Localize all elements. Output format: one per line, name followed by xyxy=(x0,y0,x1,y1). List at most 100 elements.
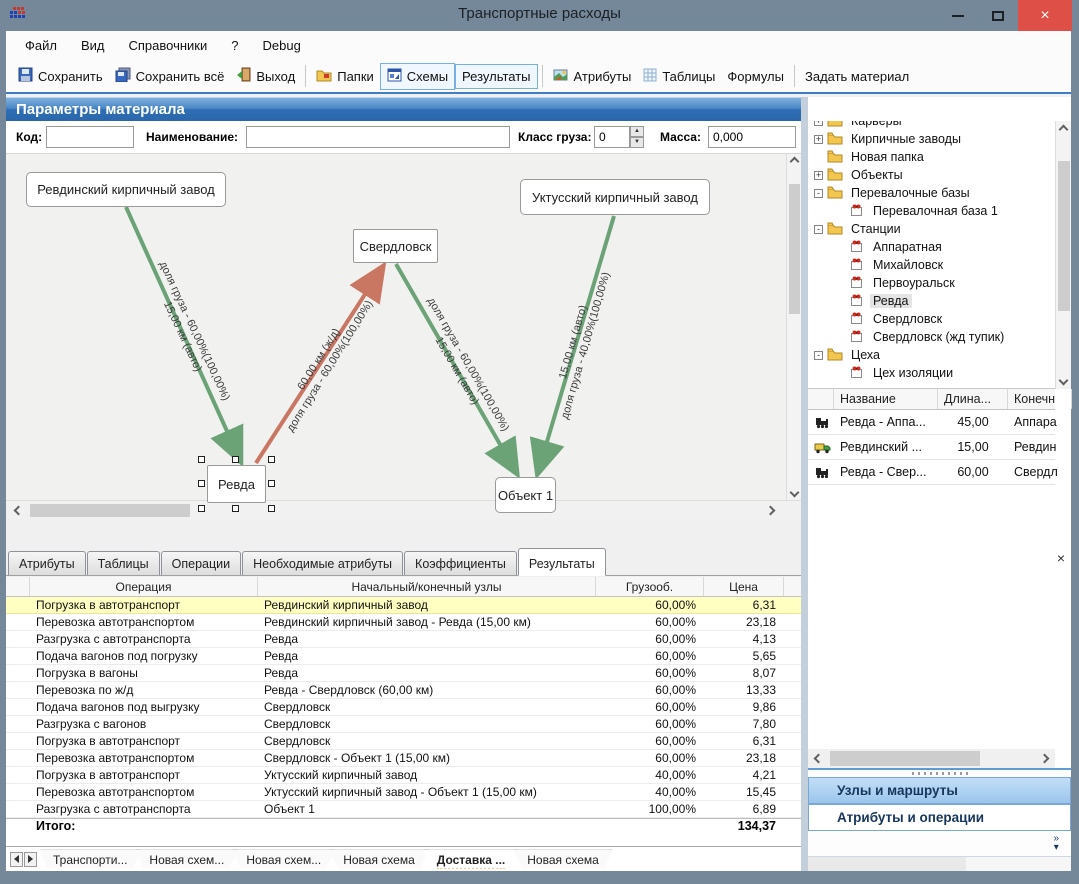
close-button[interactable]: × xyxy=(1018,0,1072,31)
panel-splitter[interactable] xyxy=(801,97,808,871)
tab-Результаты[interactable]: Результаты xyxy=(518,548,606,576)
tree-item-Карьеры[interactable]: +Карьеры xyxy=(808,121,1055,130)
set-material-button[interactable]: Задать материал xyxy=(799,65,915,88)
results-row[interactable]: Перевозка по ж/дРевда - Свердловск (60,0… xyxy=(6,682,801,699)
results-row[interactable]: Подача вагонов под выгрузкуСвердловск60,… xyxy=(6,699,801,716)
tree-item-Перевалочная база 1[interactable]: +Перевалочная база 1 xyxy=(808,202,1055,220)
share-cell: 60,00% xyxy=(596,614,704,630)
sheet-prev-button[interactable] xyxy=(10,852,23,867)
name-input[interactable] xyxy=(246,126,510,148)
menu-item-Вид[interactable]: Вид xyxy=(70,34,116,57)
minimize-button[interactable] xyxy=(938,0,978,31)
routes-header-Название[interactable]: Название xyxy=(834,389,938,409)
tab-Необходимые атрибуты[interactable]: Необходимые атрибуты xyxy=(242,551,403,575)
tree-item-Свердловск[interactable]: +Свердловск xyxy=(808,310,1055,328)
sheet-tab-Новая схема[interactable]: Новая схема xyxy=(513,850,613,869)
results-row[interactable]: Погрузка в вагоныРевда60,00%8,07 xyxy=(6,665,801,682)
sheet-tab-Транспорти...[interactable]: Транспорти... xyxy=(39,850,141,869)
sheet-tab-Доставка ...[interactable]: Доставка ... xyxy=(423,850,519,869)
results-header-Грузооб.[interactable]: Грузооб. xyxy=(596,577,704,596)
sheet-tab-Новая схема[interactable]: Новая схема xyxy=(329,850,429,869)
tree-item-Перевалочные базы[interactable]: -Перевалочные базы xyxy=(808,184,1055,202)
tree-expander-icon[interactable]: + xyxy=(814,171,823,180)
menu-item-Debug[interactable]: Debug xyxy=(252,34,312,57)
diagram-node[interactable]: Ревдинский кирпичный завод xyxy=(26,172,226,207)
tree-item-Цех изоляции[interactable]: +Цех изоляции xyxy=(808,364,1055,382)
attributes-button[interactable]: Атрибуты xyxy=(547,64,638,89)
code-input[interactable] xyxy=(46,126,134,148)
routes-header-Конечн[interactable]: Конечн xyxy=(1008,389,1072,409)
nav-attributes-operations-button[interactable]: Атрибуты и операции xyxy=(808,804,1071,831)
nav-nodes-routes-button[interactable]: Узлы и маршруты xyxy=(808,777,1071,804)
tree-item-Станции[interactable]: -Станции xyxy=(808,220,1055,238)
maximize-button[interactable] xyxy=(978,0,1018,31)
menu-item-Файл[interactable]: Файл xyxy=(14,34,68,57)
overflow-chevron-icon[interactable]: »▾ xyxy=(1053,834,1059,852)
results-header-Операция[interactable]: Операция xyxy=(30,577,258,596)
tab-Коэффициенты[interactable]: Коэффициенты xyxy=(404,551,517,575)
results-header-Цена[interactable]: Цена xyxy=(704,577,784,596)
results-row[interactable]: Перевозка автотранспортомСвердловск - Об… xyxy=(6,750,801,767)
tree-expander-icon[interactable]: + xyxy=(814,135,823,144)
results-row[interactable]: Разгрузка с вагоновСвердловск60,00%7,80 xyxy=(6,716,801,733)
mass-input[interactable] xyxy=(708,126,796,148)
folders-button[interactable]: Папки xyxy=(310,64,380,89)
tree-expander-icon[interactable]: - xyxy=(814,351,823,360)
tree-expander-icon[interactable]: - xyxy=(814,225,823,234)
diagram-node[interactable]: Уктусский кирпичный завод xyxy=(520,179,710,215)
routes-row[interactable]: Ревда - Свер...60,00Свердл xyxy=(808,460,1055,485)
menu-item-Справочники[interactable]: Справочники xyxy=(118,34,219,57)
tree-item-Аппаратная[interactable]: +Аппаратная xyxy=(808,238,1055,256)
tree-item-Объекты[interactable]: +Объекты xyxy=(808,166,1055,184)
save-all-button[interactable]: Сохранить всё xyxy=(109,63,231,89)
tables-button[interactable]: Таблицы xyxy=(637,64,721,89)
exit-button[interactable]: Выход xyxy=(230,63,301,89)
diagram-node[interactable]: Свердловск xyxy=(353,229,438,263)
nav-overflow-row[interactable]: »▾ xyxy=(808,831,1071,857)
cargo-class-spinner[interactable]: ▲▼ xyxy=(630,126,644,148)
tree-item-Кирпичные заводы[interactable]: +Кирпичные заводы xyxy=(808,130,1055,148)
tab-Операции[interactable]: Операции xyxy=(161,551,241,575)
outlook-splitter[interactable] xyxy=(808,768,1071,777)
formulas-button[interactable]: Формулы xyxy=(721,65,790,88)
tab-Таблицы[interactable]: Таблицы xyxy=(87,551,160,575)
tree-vscrollbar[interactable] xyxy=(1055,121,1071,389)
menu-item-?[interactable]: ? xyxy=(220,34,249,57)
sheet-tab-Новая схем...[interactable]: Новая схем... xyxy=(232,850,335,869)
tree-item-Ревда[interactable]: +Ревда xyxy=(808,292,1055,310)
results-row[interactable]: Погрузка в автотранспортРевдинский кирпи… xyxy=(6,597,801,614)
tree-item-Цеха[interactable]: -Цеха xyxy=(808,346,1055,364)
results-row[interactable]: Погрузка в автотранспортСвердловск60,00%… xyxy=(6,733,801,750)
routes-header-Длина...[interactable]: Длина... xyxy=(938,389,1008,409)
routes-row[interactable]: Ревда - Аппа...45,00Аппара xyxy=(808,410,1055,435)
results-row[interactable]: Разгрузка с автотранспортаРевда60,00%4,1… xyxy=(6,631,801,648)
results-row[interactable]: Разгрузка с автотранспортаОбъект 1100,00… xyxy=(6,801,801,818)
tree-item-Михайловск[interactable]: +Михайловск xyxy=(808,256,1055,274)
tree-item-Новая папка[interactable]: +Новая папка xyxy=(808,148,1055,166)
save-button[interactable]: Сохранить xyxy=(12,63,109,89)
cargo-class-input[interactable] xyxy=(594,126,630,148)
tab-Атрибуты[interactable]: Атрибуты xyxy=(8,551,86,575)
scheme-canvas[interactable]: доля груза - 60,00%(100,00%)15,00 км (ав… xyxy=(6,154,801,519)
tree-item-Свердловск (жд тупик)[interactable]: +Свердловск (жд тупик) xyxy=(808,328,1055,346)
material-panel-header: Параметры материала xyxy=(6,97,801,121)
results-row[interactable]: Перевозка автотранспортомУктусский кирпи… xyxy=(6,784,801,801)
tree-item-Первоуральск[interactable]: +Первоуральск xyxy=(808,274,1055,292)
routes-header-icon-col xyxy=(808,389,834,409)
results-row[interactable]: Перевозка автотранспортомРевдинский кирп… xyxy=(6,614,801,631)
results-toggle[interactable]: Результаты xyxy=(455,64,537,89)
tree-expander-icon[interactable]: - xyxy=(814,189,823,198)
tree-item-label: Свердловск xyxy=(870,312,945,326)
diagram-node[interactable]: Объект 1 xyxy=(495,477,556,513)
results-row[interactable]: Подача вагонов под погрузкуРевда60,00%5,… xyxy=(6,648,801,665)
detail-tabs-close-icon[interactable]: × xyxy=(1057,550,1065,566)
schemes-toggle[interactable]: Схемы xyxy=(380,63,455,90)
routes-hscrollbar[interactable] xyxy=(808,749,1055,768)
results-header-Начальный/конечный узлы[interactable]: Начальный/конечный узлы xyxy=(258,577,596,596)
routes-row[interactable]: Ревдинский ...15,00Ревдин xyxy=(808,435,1055,460)
diagram-node-selected[interactable]: Ревда xyxy=(207,465,266,503)
sheet-next-button[interactable] xyxy=(24,852,37,867)
tree-expander-icon[interactable]: + xyxy=(814,121,823,126)
sheet-tab-Новая схем...[interactable]: Новая схем... xyxy=(135,850,238,869)
results-row[interactable]: Погрузка в автотранспортУктусский кирпич… xyxy=(6,767,801,784)
